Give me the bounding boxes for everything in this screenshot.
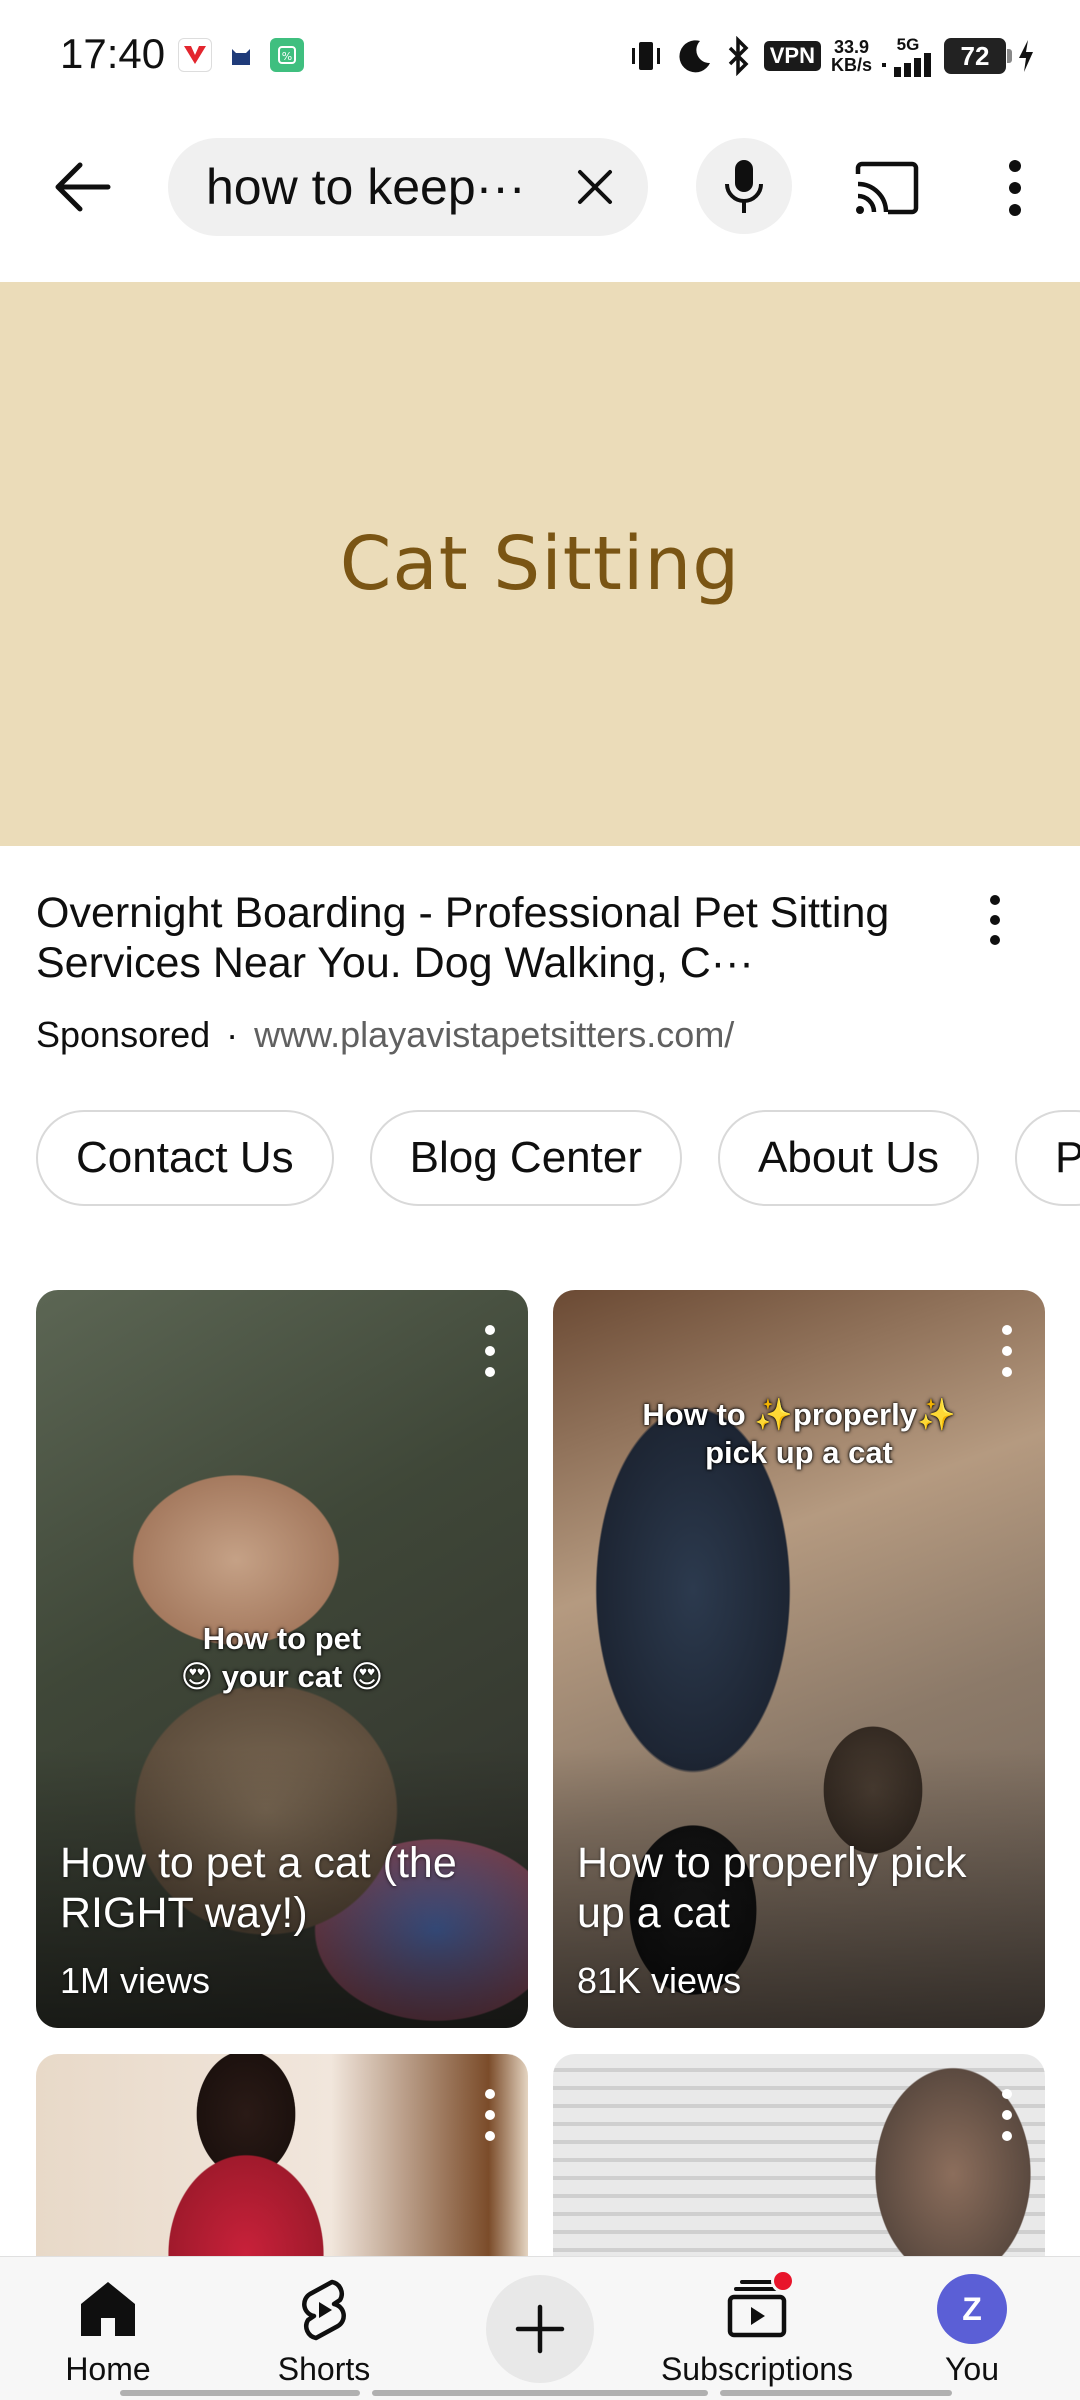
app-notification-icon <box>178 38 212 72</box>
video-views: 81K views <box>577 1960 742 2001</box>
ad-banner-title: Cat Sitting <box>339 521 741 607</box>
cast-icon <box>855 161 919 215</box>
battery-indicator: 72 <box>944 38 1012 74</box>
microphone-icon <box>725 160 763 213</box>
nav-home[interactable]: Home <box>8 2257 208 2400</box>
avatar: Z <box>937 2274 1007 2344</box>
chip-contact-us[interactable]: Contact Us <box>36 1110 334 1206</box>
moon-icon <box>679 40 710 73</box>
more-vertical-icon[interactable] <box>999 1324 1015 1378</box>
status-indicators: VPN 33.9 KB/s 5G 72 <box>626 34 1036 78</box>
signal-icon <box>882 52 931 77</box>
vibrate-icon <box>631 42 660 70</box>
nav-shorts-label: Shorts <box>277 2351 371 2387</box>
search-header: how to keep··· <box>0 112 1080 282</box>
video-title: How to pet a cat (the RIGHT way!) <box>60 1839 457 1937</box>
voice-search-button[interactable] <box>696 138 792 234</box>
home-icon <box>81 2282 135 2336</box>
chip-blog-center[interactable]: Blog Center <box>369 1110 682 1206</box>
short-video-card[interactable]: How to pet 😍 your cat 😍 How to pet a cat… <box>36 1290 528 2028</box>
video-thumbnail-caption: How to pet 😍 your cat 😍 <box>180 1621 384 1694</box>
nav-subscriptions-label: Subscriptions <box>660 2351 854 2387</box>
chip-about-us[interactable]: About Us <box>718 1110 979 1206</box>
cat-app-icon <box>224 38 258 72</box>
plus-icon <box>515 2304 565 2354</box>
more-vertical-icon[interactable] <box>482 2088 498 2142</box>
shorts-icon <box>302 2279 346 2341</box>
ad-url: www.playavistapetsitters.com/ <box>254 1014 735 1055</box>
nav-you[interactable]: Z You <box>872 2257 1072 2400</box>
ad-info[interactable]: Overnight Boarding - Professional Pet Si… <box>36 888 976 1056</box>
video-title: How to properly pick up a cat <box>577 1839 967 1937</box>
close-icon <box>578 170 612 204</box>
more-vertical-icon <box>990 895 1000 945</box>
search-input[interactable]: how to keep··· <box>168 138 648 236</box>
nav-you-label: You <box>945 2351 999 2387</box>
vpn-badge: VPN <box>763 41 821 71</box>
create-button[interactable] <box>486 2275 594 2383</box>
finance-app-icon: % <box>270 38 304 72</box>
status-bar: 17:40 % VPN 33.9 KB/s 5G 72 <box>0 0 1080 112</box>
nav-subscriptions[interactable]: Subscriptions <box>657 2257 857 2400</box>
short-video-card[interactable]: How to ✨properly✨ pick up a cat How to p… <box>553 1290 1045 2028</box>
charging-icon <box>1019 40 1033 72</box>
chip-partial[interactable]: P <box>1014 1110 1080 1206</box>
more-vertical-icon[interactable] <box>999 2088 1015 2142</box>
notification-dot <box>771 2269 795 2293</box>
back-button[interactable] <box>48 152 118 222</box>
bluetooth-icon <box>728 36 749 76</box>
network-speed: 33.9 KB/s <box>830 37 872 75</box>
arrow-left-icon <box>55 162 111 212</box>
more-options-button[interactable] <box>990 156 1040 220</box>
video-thumbnail-caption: How to ✨properly✨ pick up a cat <box>642 1397 956 1470</box>
svg-text:%: % <box>282 50 292 63</box>
video-views: 1M views <box>60 1960 211 2001</box>
bottom-navigation: Home Shorts Subscriptions Z You <box>0 2256 1080 2400</box>
sponsored-label: Sponsored <box>36 1014 211 1055</box>
more-vertical-icon <box>1009 160 1021 216</box>
gesture-bar <box>720 2390 952 2396</box>
nav-home-label: Home <box>65 2351 151 2387</box>
gesture-bar <box>120 2390 360 2396</box>
ad-more-button[interactable] <box>975 890 1015 950</box>
short-video-card[interactable] <box>553 2054 1045 2284</box>
short-video-card[interactable] <box>36 2054 528 2284</box>
ad-title: Overnight Boarding - Professional Pet Si… <box>36 889 890 987</box>
gesture-bar <box>372 2390 708 2396</box>
clear-search-button[interactable] <box>572 164 618 210</box>
meta-separator: · <box>226 1014 239 1055</box>
nav-shorts[interactable]: Shorts <box>224 2257 424 2400</box>
status-time: 17:40 <box>60 30 166 77</box>
more-vertical-icon[interactable] <box>482 1324 498 1378</box>
search-query: how to keep··· <box>206 159 526 215</box>
signal-indicator: 5G <box>882 36 934 77</box>
cast-button[interactable] <box>852 158 922 218</box>
ad-banner[interactable]: Cat Sitting <box>0 282 1080 846</box>
ad-link-chips: Contact Us Blog Center About Us P <box>36 1110 1080 1206</box>
ad-meta: Sponsored · www.playavistapetsitters.com… <box>36 1014 976 1056</box>
